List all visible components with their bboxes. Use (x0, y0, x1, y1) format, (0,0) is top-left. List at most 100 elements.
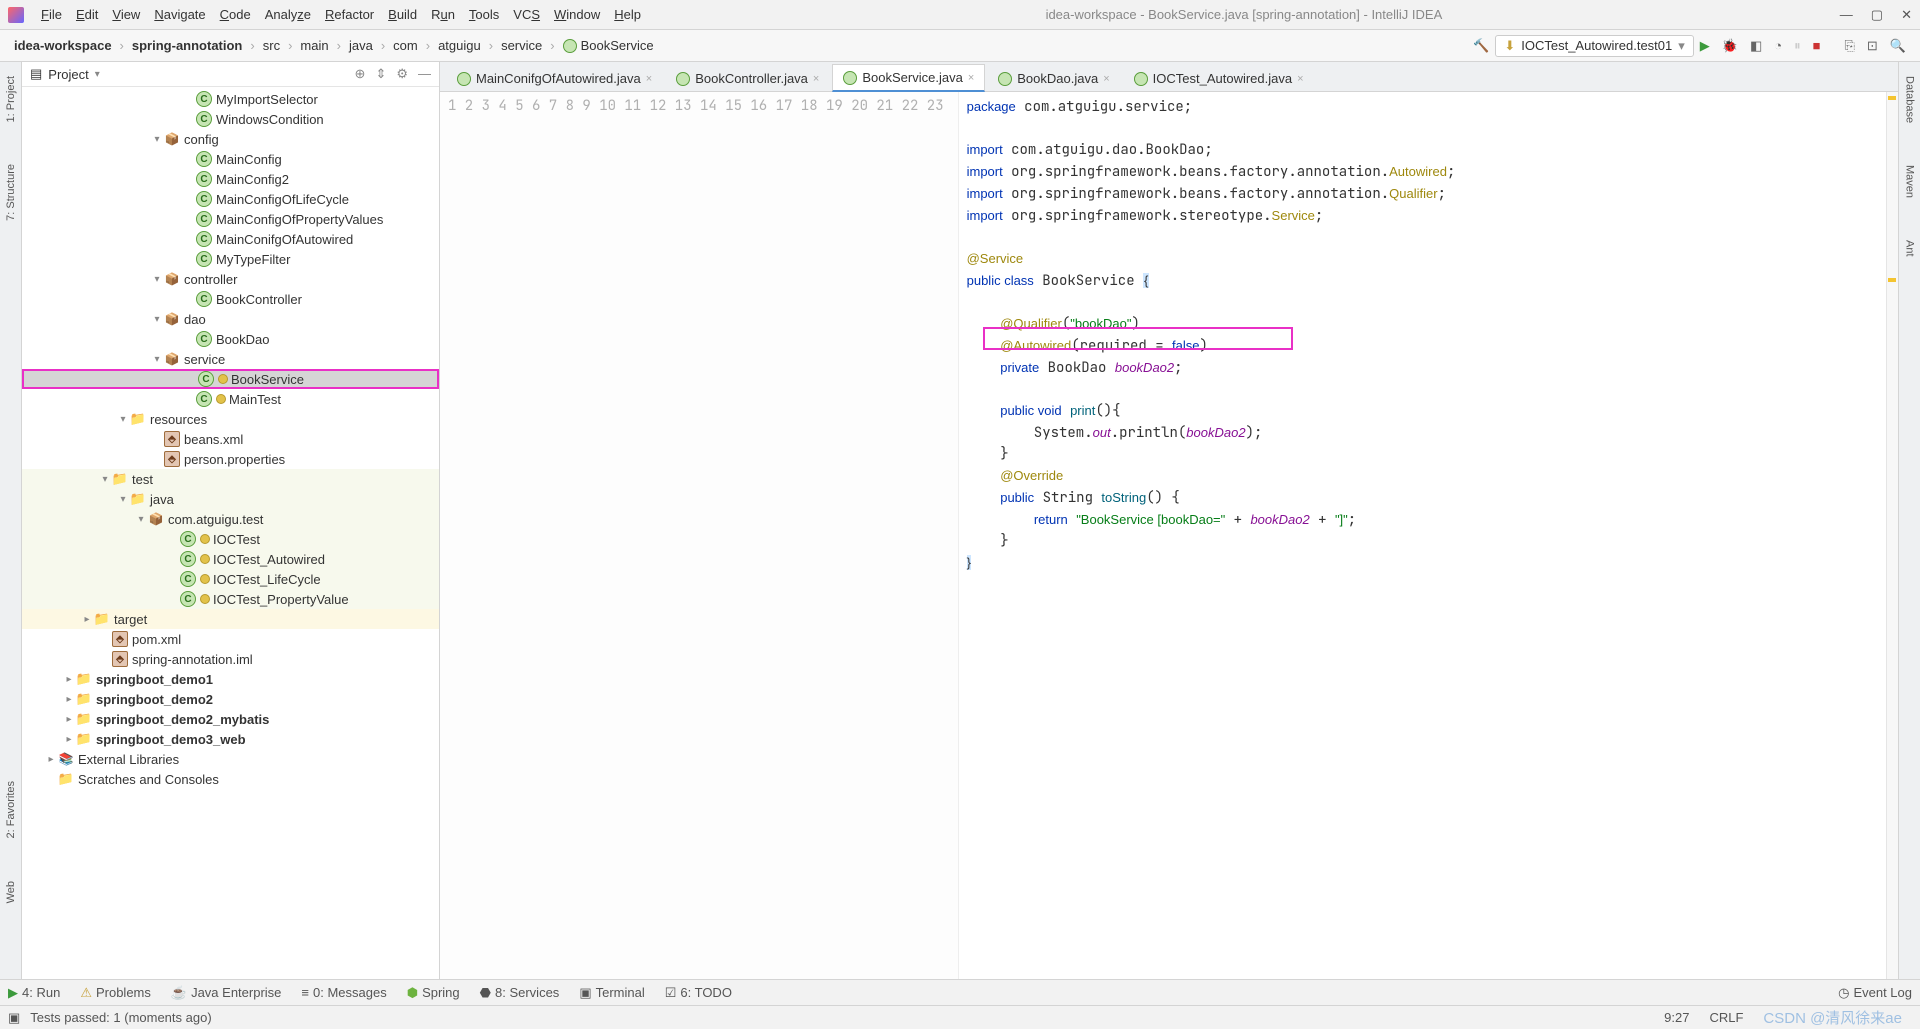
tool-messages[interactable]: ≡0: Messages (301, 985, 386, 1000)
project-tree[interactable]: CMyImportSelectorCWindowsCondition▾confi… (22, 87, 439, 979)
tool-run[interactable]: ▶4: Run (8, 985, 60, 1001)
menu-edit[interactable]: Edit (69, 7, 105, 22)
stop-button[interactable]: ■ (1807, 38, 1827, 53)
tree-item-beans-xml[interactable]: ⬘beans.xml (22, 429, 439, 449)
event-log[interactable]: ◷Event Log (1838, 985, 1912, 1001)
tree-item-springboot-demo3-web[interactable]: ▸springboot_demo3_web (22, 729, 439, 749)
tool-terminal[interactable]: ▣Terminal (579, 985, 644, 1001)
tree-item-external-libraries[interactable]: ▸External Libraries (22, 749, 439, 769)
tree-item-config[interactable]: ▾config (22, 129, 439, 149)
editor-tab[interactable]: IOCTest_Autowired.java× (1123, 65, 1315, 91)
menu-window[interactable]: Window (547, 7, 607, 22)
tree-item-mainconfig[interactable]: CMainConfig (22, 149, 439, 169)
line-ending[interactable]: CRLF (1699, 1010, 1753, 1025)
coverage-button[interactable]: ◧ (1744, 38, 1768, 54)
tree-item-bookservice[interactable]: CBookService (22, 369, 439, 389)
tree-item-bookdao[interactable]: CBookDao (22, 329, 439, 349)
breadcrumb-item[interactable]: java (343, 38, 379, 53)
tree-item-target[interactable]: ▸target (22, 609, 439, 629)
tree-item-spring-annotation-iml[interactable]: ⬘spring-annotation.iml (22, 649, 439, 669)
menu-view[interactable]: View (105, 7, 147, 22)
tool-services[interactable]: ⬣8: Services (480, 985, 560, 1001)
sidebar-title[interactable]: Project (48, 67, 88, 82)
menu-file[interactable]: File (34, 7, 69, 22)
code-editor[interactable]: 1 2 3 4 5 6 7 8 9 10 11 12 13 14 15 16 1… (440, 92, 1898, 979)
menu-tools[interactable]: Tools (462, 7, 506, 22)
breadcrumb-item[interactable]: main (294, 38, 334, 53)
tree-item-mainconfig2[interactable]: CMainConfig2 (22, 169, 439, 189)
menu-vcs[interactable]: VCS (506, 7, 547, 22)
menu-refactor[interactable]: Refactor (318, 7, 381, 22)
tool-project[interactable]: 1: Project (5, 70, 17, 128)
close-tab-icon[interactable]: × (968, 72, 974, 84)
menu-run[interactable]: Run (424, 7, 462, 22)
tool-maven[interactable]: Maven (1904, 159, 1916, 204)
sidebar-view-mode[interactable]: ▾ (95, 69, 100, 80)
ide-settings-button[interactable]: 🔍 (1884, 38, 1912, 54)
search-everywhere-button[interactable]: ⊡ (1861, 38, 1884, 54)
hide-icon[interactable]: — (418, 66, 431, 82)
close-button[interactable]: ✕ (1901, 7, 1912, 23)
locate-icon[interactable]: ⊕ (355, 66, 366, 82)
tool-ant[interactable]: Ant (1904, 234, 1916, 263)
tree-item-springboot-demo2-mybatis[interactable]: ▸springboot_demo2_mybatis (22, 709, 439, 729)
tool-javaee[interactable]: ☕Java Enterprise (171, 985, 282, 1001)
close-tab-icon[interactable]: × (1103, 73, 1109, 85)
profile-button[interactable]: ◔ (1768, 38, 1788, 53)
tree-item-service[interactable]: ▾service (22, 349, 439, 369)
git-button[interactable]: ⎘ (1839, 38, 1861, 54)
menu-code[interactable]: Code (213, 7, 258, 22)
caret-position[interactable]: 9:27 (1654, 1010, 1699, 1025)
tree-item-resources[interactable]: ▾resources (22, 409, 439, 429)
debug-button[interactable]: 🐞 (1716, 38, 1744, 54)
tree-item-ioctest-lifecycle[interactable]: CIOCTest_LifeCycle (22, 569, 439, 589)
tool-spring[interactable]: ⬢Spring (407, 985, 460, 1001)
tool-favorites[interactable]: 2: Favorites (5, 775, 17, 844)
breadcrumb-item[interactable]: com (387, 38, 424, 53)
breadcrumb-item[interactable]: src (257, 38, 286, 53)
breadcrumb-item[interactable]: spring-annotation (126, 38, 249, 53)
error-stripe[interactable] (1886, 92, 1898, 979)
maximize-button[interactable]: ▢ (1871, 7, 1883, 23)
editor-tab[interactable]: BookDao.java× (987, 65, 1120, 91)
attach-button[interactable]: ⏸ (1788, 38, 1807, 54)
run-config-selector[interactable]: ⬇IOCTest_Autowired.test01▾ (1495, 35, 1693, 57)
tree-item-springboot-demo2[interactable]: ▸springboot_demo2 (22, 689, 439, 709)
settings-icon[interactable]: ⚙ (396, 66, 408, 82)
tree-item-com-atguigu-test[interactable]: ▾com.atguigu.test (22, 509, 439, 529)
tool-problems[interactable]: ⚠Problems (80, 985, 151, 1001)
menu-help[interactable]: Help (607, 7, 648, 22)
menu-build[interactable]: Build (381, 7, 424, 22)
tool-todo[interactable]: ☑6: TODO (665, 985, 732, 1001)
tree-item-dao[interactable]: ▾dao (22, 309, 439, 329)
status-icon[interactable]: ▣ (8, 1010, 20, 1026)
breadcrumb-item[interactable]: service (495, 38, 548, 53)
editor-tab[interactable]: BookController.java× (665, 65, 830, 91)
build-icon[interactable]: 🔨 (1467, 38, 1495, 54)
tree-item-mainconfigoflifecycle[interactable]: CMainConfigOfLifeCycle (22, 189, 439, 209)
tree-item-test[interactable]: ▾test (22, 469, 439, 489)
tree-item-pom-xml[interactable]: ⬘pom.xml (22, 629, 439, 649)
tree-item-ioctest-autowired[interactable]: CIOCTest_Autowired (22, 549, 439, 569)
editor-tab[interactable]: MainConifgOfAutowired.java× (446, 65, 663, 91)
tree-item-controller[interactable]: ▾controller (22, 269, 439, 289)
tree-item-mainconifgofautowired[interactable]: CMainConifgOfAutowired (22, 229, 439, 249)
tree-item-myimportselector[interactable]: CMyImportSelector (22, 89, 439, 109)
close-tab-icon[interactable]: × (646, 73, 652, 85)
tree-item-windowscondition[interactable]: CWindowsCondition (22, 109, 439, 129)
tree-item-maintest[interactable]: CMainTest (22, 389, 439, 409)
close-tab-icon[interactable]: × (1297, 73, 1303, 85)
tree-item-mainconfigofpropertyvalues[interactable]: CMainConfigOfPropertyValues (22, 209, 439, 229)
tool-structure[interactable]: 7: Structure (5, 158, 17, 227)
menu-navigate[interactable]: Navigate (147, 7, 212, 22)
run-button[interactable]: ▶ (1694, 38, 1716, 54)
close-tab-icon[interactable]: × (813, 73, 819, 85)
tree-item-bookcontroller[interactable]: CBookController (22, 289, 439, 309)
tree-item-mytypefilter[interactable]: CMyTypeFilter (22, 249, 439, 269)
tree-item-ioctest[interactable]: CIOCTest (22, 529, 439, 549)
breadcrumb-item[interactable]: idea-workspace (8, 38, 118, 53)
tree-item-ioctest-propertyvalue[interactable]: CIOCTest_PropertyValue (22, 589, 439, 609)
tree-item-scratches-and-consoles[interactable]: Scratches and Consoles (22, 769, 439, 789)
tool-web[interactable]: Web (5, 875, 17, 909)
minimize-button[interactable]: — (1840, 7, 1853, 23)
